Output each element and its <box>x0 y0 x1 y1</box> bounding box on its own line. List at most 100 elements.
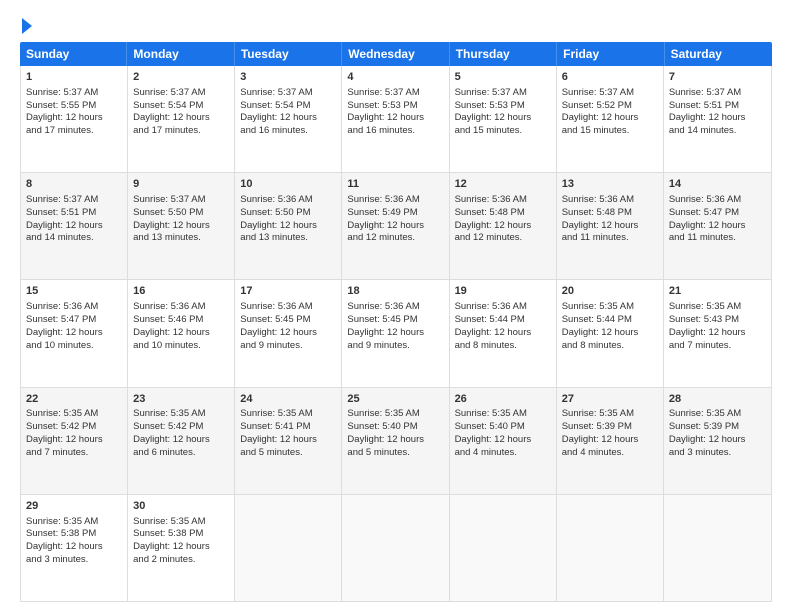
cell-line: Sunset: 5:51 PM <box>26 207 122 220</box>
cal-cell-day-12: 12Sunrise: 5:36 AMSunset: 5:48 PMDayligh… <box>450 173 557 279</box>
cell-line: Sunrise: 5:37 AM <box>26 87 122 100</box>
cal-cell-day-29: 29 Sunrise: 5:35 AMSunset: 5:38 PMDayligh… <box>21 495 128 601</box>
cal-cell-empty <box>450 495 557 601</box>
cell-line: Sunrise: 5:37 AM <box>240 87 336 100</box>
day-number: 11 <box>347 177 443 192</box>
cell-line: Daylight: 12 hours <box>562 434 658 447</box>
cell-line: Sunset: 5:51 PM <box>669 100 766 113</box>
cell-line: Sunrise: 5:37 AM <box>455 87 551 100</box>
cal-cell-day-28: 28Sunrise: 5:35 AMSunset: 5:39 PMDayligh… <box>664 388 771 494</box>
cell-line: and 9 minutes. <box>240 340 336 353</box>
cal-cell-day-5: 5Sunrise: 5:37 AMSunset: 5:53 PMDaylight… <box>450 66 557 172</box>
cal-cell-day-14: 14Sunrise: 5:36 AMSunset: 5:47 PMDayligh… <box>664 173 771 279</box>
cell-line: and 13 minutes. <box>240 232 336 245</box>
cell-line: and 3 minutes. <box>669 447 766 460</box>
day-number: 28 <box>669 392 766 407</box>
cal-cell-day-6: 6Sunrise: 5:37 AMSunset: 5:52 PMDaylight… <box>557 66 664 172</box>
cell-line: and 5 minutes. <box>240 447 336 460</box>
logo <box>20 16 32 34</box>
header <box>20 16 772 34</box>
cell-line: and 14 minutes. <box>26 232 122 245</box>
cell-line: Sunset: 5:38 PM <box>26 528 122 541</box>
cell-line: Sunrise: 5:36 AM <box>455 194 551 207</box>
cell-line: Sunset: 5:41 PM <box>240 421 336 434</box>
day-number: 29 <box>26 499 122 514</box>
cell-line: and 3 minutes. <box>26 554 122 567</box>
cal-header-wednesday: Wednesday <box>342 42 449 66</box>
cell-line: and 16 minutes. <box>240 125 336 138</box>
cal-header-tuesday: Tuesday <box>235 42 342 66</box>
day-number: 23 <box>133 392 229 407</box>
day-number: 21 <box>669 284 766 299</box>
day-number: 3 <box>240 70 336 85</box>
cal-cell-day-15: 15Sunrise: 5:36 AMSunset: 5:47 PMDayligh… <box>21 280 128 386</box>
cell-line: Sunrise: 5:37 AM <box>133 194 229 207</box>
cal-cell-day-3: 3 Sunrise: 5:37 AMSunset: 5:54 PMDaylight… <box>235 66 342 172</box>
cell-line: Daylight: 12 hours <box>347 327 443 340</box>
cal-cell-day-1: 1Sunrise: 5:37 AMSunset: 5:55 PMDaylight… <box>21 66 128 172</box>
cell-line: Sunset: 5:45 PM <box>347 314 443 327</box>
cell-line: Daylight: 12 hours <box>133 434 229 447</box>
cell-line: Sunset: 5:38 PM <box>133 528 229 541</box>
cell-line: Daylight: 12 hours <box>347 434 443 447</box>
day-number: 7 <box>669 70 766 85</box>
day-number: 4 <box>347 70 443 85</box>
cell-line: Sunset: 5:39 PM <box>669 421 766 434</box>
day-number: 16 <box>133 284 229 299</box>
cell-line: Sunset: 5:49 PM <box>347 207 443 220</box>
cell-line: and 17 minutes. <box>26 125 122 138</box>
cell-line: Sunrise: 5:35 AM <box>26 516 122 529</box>
cell-line: and 15 minutes. <box>562 125 658 138</box>
day-number: 15 <box>26 284 122 299</box>
cell-line: Daylight: 12 hours <box>26 434 122 447</box>
cal-row-4: 29Sunrise: 5:35 AMSunset: 5:38 PMDayligh… <box>21 495 771 601</box>
cell-line: Sunrise: 5:36 AM <box>562 194 658 207</box>
cell-line: Daylight: 12 hours <box>240 112 336 125</box>
cell-line: Sunset: 5:54 PM <box>240 100 336 113</box>
cal-cell-day-16: 16Sunrise: 5:36 AMSunset: 5:46 PMDayligh… <box>128 280 235 386</box>
cal-row-3: 22Sunrise: 5:35 AMSunset: 5:42 PMDayligh… <box>21 388 771 495</box>
cell-line: Daylight: 12 hours <box>562 220 658 233</box>
cell-line: and 12 minutes. <box>455 232 551 245</box>
day-number: 13 <box>562 177 658 192</box>
cell-line: Sunset: 5:48 PM <box>455 207 551 220</box>
cell-line: Sunset: 5:40 PM <box>347 421 443 434</box>
cell-line: and 4 minutes. <box>455 447 551 460</box>
cal-cell-day-2: 2Sunrise: 5:37 AMSunset: 5:54 PMDaylight… <box>128 66 235 172</box>
cell-line: Sunrise: 5:37 AM <box>347 87 443 100</box>
cell-line: Sunrise: 5:35 AM <box>669 301 766 314</box>
cell-line: Sunrise: 5:35 AM <box>562 301 658 314</box>
cell-line: and 5 minutes. <box>347 447 443 460</box>
cal-header-friday: Friday <box>557 42 664 66</box>
cal-cell-day-9: 9Sunrise: 5:37 AMSunset: 5:50 PMDaylight… <box>128 173 235 279</box>
cell-line: Sunrise: 5:35 AM <box>347 408 443 421</box>
cell-line: Daylight: 12 hours <box>26 327 122 340</box>
day-number: 26 <box>455 392 551 407</box>
cal-cell-day-17: 17Sunrise: 5:36 AMSunset: 5:45 PMDayligh… <box>235 280 342 386</box>
calendar: SundayMondayTuesdayWednesdayThursdayFrid… <box>20 42 772 602</box>
cal-cell-day-7: 7Sunrise: 5:37 AMSunset: 5:51 PMDaylight… <box>664 66 771 172</box>
cell-line: and 10 minutes. <box>133 340 229 353</box>
cell-line: Sunrise: 5:37 AM <box>133 87 229 100</box>
cell-line: Daylight: 12 hours <box>133 220 229 233</box>
cal-cell-day-27: 27Sunrise: 5:35 AMSunset: 5:39 PMDayligh… <box>557 388 664 494</box>
cell-line: Daylight: 12 hours <box>26 112 122 125</box>
cal-cell-day-18: 18Sunrise: 5:36 AMSunset: 5:45 PMDayligh… <box>342 280 449 386</box>
cell-line: Daylight: 12 hours <box>26 541 122 554</box>
cal-cell-empty <box>557 495 664 601</box>
cell-line: Daylight: 12 hours <box>240 327 336 340</box>
cell-line: Sunrise: 5:35 AM <box>133 516 229 529</box>
day-number: 18 <box>347 284 443 299</box>
day-number: 6 <box>562 70 658 85</box>
cal-cell-day-20: 20Sunrise: 5:35 AMSunset: 5:44 PMDayligh… <box>557 280 664 386</box>
cal-cell-empty <box>664 495 771 601</box>
cell-line: Daylight: 12 hours <box>562 327 658 340</box>
cal-row-1: 8Sunrise: 5:37 AMSunset: 5:51 PMDaylight… <box>21 173 771 280</box>
cell-line: Sunset: 5:42 PM <box>26 421 122 434</box>
cell-line: and 15 minutes. <box>455 125 551 138</box>
cell-line: Daylight: 12 hours <box>133 327 229 340</box>
cell-line: Sunset: 5:50 PM <box>240 207 336 220</box>
cell-line: Sunset: 5:47 PM <box>669 207 766 220</box>
cal-row-2: 15Sunrise: 5:36 AMSunset: 5:47 PMDayligh… <box>21 280 771 387</box>
cell-line: Daylight: 12 hours <box>455 112 551 125</box>
